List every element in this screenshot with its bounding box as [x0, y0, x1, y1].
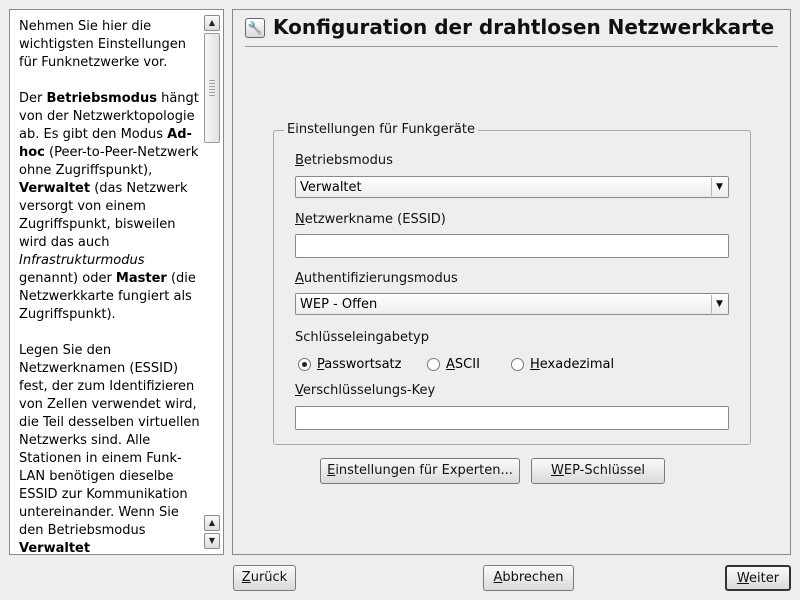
radio-settings-groupbox: Einstellungen für Funkgeräte Betriebsmod… [273, 122, 751, 445]
main-panel: 🔧 Konfiguration der drahtlosen Netzwerkk… [232, 9, 791, 555]
help-paragraph: Legen Sie den Netzwerknamen (ESSID) fest… [19, 343, 200, 556]
scroll-down-arrow-icon[interactable]: ▼ [204, 533, 220, 549]
configuration-icon: 🔧 [245, 18, 265, 38]
radio-passphrase-label: Passwortsatz [317, 356, 402, 372]
chevron-down-icon[interactable]: ▼ [711, 295, 727, 313]
scroll-thumb[interactable] [204, 33, 220, 143]
back-button[interactable]: Zurück [233, 565, 296, 591]
mode-select[interactable]: Verwaltet ▼ [295, 176, 729, 198]
encryption-key-input[interactable] [295, 406, 729, 430]
encryption-key-label: Verschlüsselungs-Key [295, 383, 436, 398]
help-text: Nehmen Sie hier die wichtigsten Einstell… [19, 18, 207, 576]
scroll-up-arrow-icon[interactable]: ▲ [204, 515, 220, 531]
radio-ascii[interactable]: ASCII [427, 355, 480, 373]
help-paragraph: Der Betriebsmodus hängt von der Netzwerk… [19, 91, 199, 322]
auth-mode-label: Authentifizierungsmodus [295, 271, 458, 286]
radio-hex-label: Hexadezimal [530, 356, 615, 372]
radio-unselected-icon[interactable] [511, 357, 524, 371]
abort-button[interactable]: Abbrechen [483, 565, 574, 591]
radio-unselected-icon[interactable] [427, 357, 440, 371]
mode-label: Betriebsmodus [295, 153, 393, 168]
key-type-radio-group: Passwortsatz ASCII Hexadezimal [298, 355, 728, 373]
chevron-down-icon[interactable]: ▼ [711, 178, 727, 196]
scroll-up-arrow-icon[interactable]: ▲ [204, 15, 220, 31]
radio-hex[interactable]: Hexadezimal [511, 355, 614, 373]
mode-select-value: Verwaltet [300, 180, 362, 195]
help-paragraph: Nehmen Sie hier die wichtigsten Einstell… [19, 19, 186, 70]
auth-mode-select-value: WEP - Offen [300, 297, 378, 312]
key-type-label: Schlüsseleingabetyp [295, 330, 430, 345]
essid-input[interactable] [295, 234, 729, 258]
wep-keys-button[interactable]: WEP-Schlüssel [531, 458, 665, 484]
help-panel: Nehmen Sie hier die wichtigsten Einstell… [9, 9, 224, 556]
expert-settings-button[interactable]: Einstellungen für Experten... [320, 458, 520, 484]
auth-mode-select[interactable]: WEP - Offen ▼ [295, 293, 729, 315]
radio-selected-icon[interactable] [298, 357, 311, 371]
grip-icon [209, 80, 215, 98]
groupbox-title: Einstellungen für Funkgeräte [284, 122, 478, 137]
next-button[interactable]: Weiter [725, 565, 791, 591]
radio-ascii-label: ASCII [446, 356, 480, 372]
radio-passphrase[interactable]: Passwortsatz [298, 355, 401, 373]
essid-label: Netzwerkname (ESSID) [295, 212, 446, 227]
help-scrollbar[interactable]: ▲ ▲ ▼ [204, 15, 220, 549]
title-divider [245, 46, 778, 47]
page-title: Konfiguration der drahtlosen Netzwerkkar… [273, 15, 775, 39]
